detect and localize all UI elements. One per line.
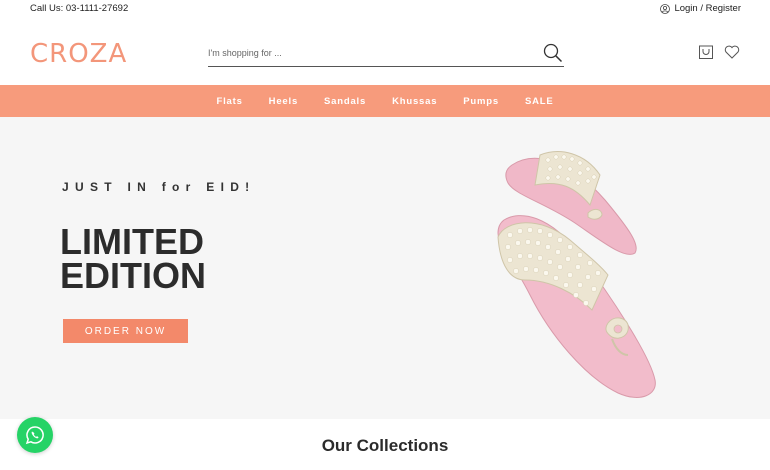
login-register-label[interactable]: Login / Register [674,3,741,14]
call-us-text: Call Us: 03-1111-27692 [30,3,129,14]
cart-button[interactable] [698,44,714,60]
search-bar [208,40,564,67]
nav-item-heels[interactable]: Heels [256,96,311,107]
user-icon [660,3,671,14]
search-button[interactable] [542,42,564,64]
search-input[interactable] [208,44,528,62]
hero-headline: LIMITED EDITION [60,221,207,296]
nav-item-sale[interactable]: SALE [512,96,567,107]
search-icon [543,43,563,63]
headline-line-2: EDITION [60,255,207,296]
page: Call Us: 03-1111-27692 Login / Register … [0,0,770,470]
whatsapp-chat-button[interactable] [17,417,53,453]
top-bar: Call Us: 03-1111-27692 Login / Register [0,0,770,18]
order-now-button[interactable]: ORDER NOW [63,319,188,343]
brand-logo[interactable]: CROZA [30,39,127,69]
whatsapp-icon [25,426,44,445]
login-register-link[interactable]: Login / Register [660,3,741,14]
nav-item-flats[interactable]: Flats [203,96,255,107]
nav-item-khussas[interactable]: Khussas [379,96,450,107]
headline-line-1: LIMITED [60,221,204,262]
hero-tagline: JUST IN for EID! [62,180,256,194]
wishlist-button[interactable] [724,44,740,60]
collections-heading: Our Collections [321,436,449,455]
cart-icon [699,45,713,59]
hero-banner: JUST IN for EID! LIMITED EDITION ORDER N… [0,117,770,419]
sandal-product-image[interactable] [490,145,670,400]
main-nav: Flats Heels Sandals Khussas Pumps SALE [0,85,770,117]
header: CROZA [0,18,770,85]
heart-icon [724,45,740,59]
nav-item-pumps[interactable]: Pumps [450,96,512,107]
nav-item-sandals[interactable]: Sandals [311,96,379,107]
